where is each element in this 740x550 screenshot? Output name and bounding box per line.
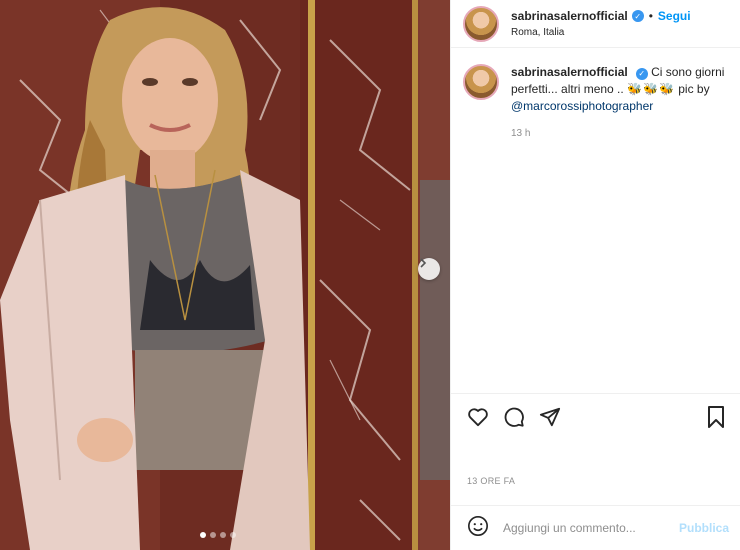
caption-avatar[interactable] [463,64,499,100]
heart-icon [468,408,488,427]
caption-emoji: 🐝🐝🐝 [627,82,675,96]
comment-form: Pubblica [451,505,740,550]
save-button[interactable] [707,406,725,428]
location-link[interactable]: Roma, Italia [511,27,691,38]
caption-time: 13 h [511,128,531,139]
caption-block: sabrinasalernofficial ✓ Ci sono giorni pe… [451,48,740,142]
chevron-right-icon [420,258,427,268]
carousel-dot [210,532,216,538]
carousel-dot [220,532,226,538]
emoji-icon [468,515,488,536]
caption-username-link[interactable]: sabrinasalernofficial [511,65,628,79]
carousel-dot [230,532,236,538]
next-slide-button[interactable] [418,258,440,280]
verified-badge-icon: ✓ [631,10,644,22]
emoji-button[interactable] [467,515,489,542]
carousel-indicator [200,532,236,538]
caption-body: sabrinasalernofficial ✓ Ci sono giorni pe… [511,64,728,142]
caption-text: sabrinasalernofficial ✓ Ci sono giorni pe… [511,64,728,115]
post-image [0,0,450,550]
post-header: sabrinasalernofficial ✓ • Segui Roma, It… [451,0,740,48]
share-button[interactable] [539,406,561,428]
verified-badge-icon: ✓ [635,67,648,80]
post-timestamp[interactable]: 13 ORE FA [467,476,515,486]
comment-input[interactable] [503,521,679,535]
avatar[interactable] [463,5,499,42]
carousel-dot [200,532,206,538]
header-text: sabrinasalernofficial ✓ • Segui Roma, It… [511,9,691,38]
separator: • [648,9,653,23]
post-sidebar: sabrinasalernofficial ✓ • Segui Roma, It… [450,0,740,550]
bookmark-icon [708,406,724,428]
instagram-post: sabrinasalernofficial ✓ • Segui Roma, It… [0,0,740,550]
action-bar [451,393,740,428]
send-icon [539,407,561,427]
publish-button[interactable]: Pubblica [679,521,729,535]
comment-icon [504,407,524,427]
header-username-row: sabrinasalernofficial ✓ • Segui [511,9,691,23]
username-link[interactable]: sabrinasalernofficial [511,9,628,23]
follow-button[interactable]: Segui [658,9,691,23]
comment-button[interactable] [503,406,525,428]
caption-credit: pic by [678,82,710,96]
mention-link[interactable]: @marcorossiphotographer [511,99,653,113]
post-photo[interactable] [0,0,450,550]
like-button[interactable] [467,407,489,427]
